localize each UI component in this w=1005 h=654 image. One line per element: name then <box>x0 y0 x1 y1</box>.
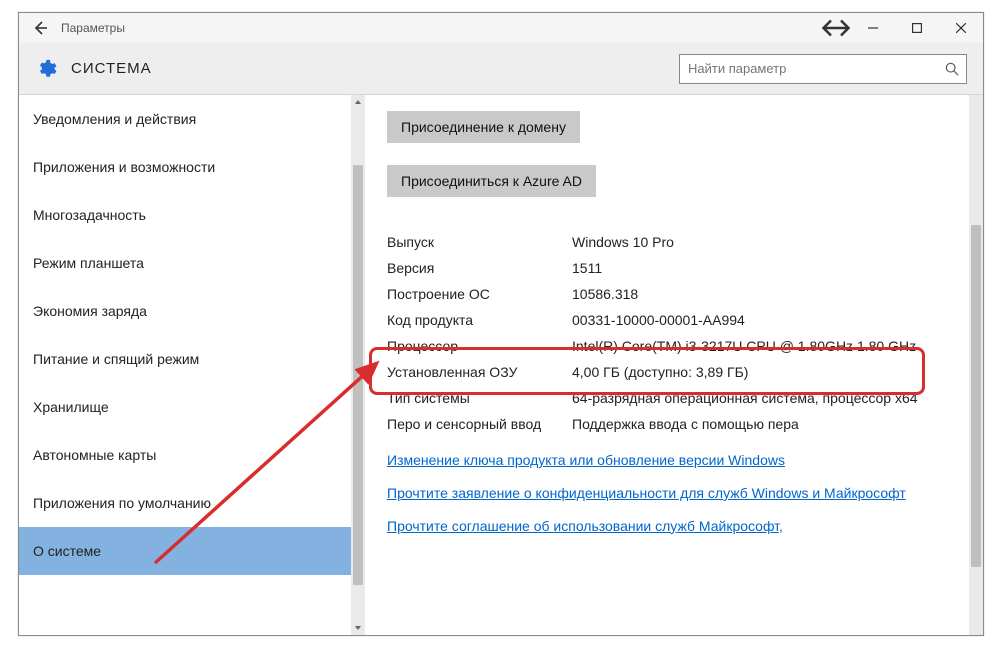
header-bar: СИСТЕМА <box>19 43 983 95</box>
sidebar-item-label: Хранилище <box>33 399 109 415</box>
sidebar-item-8[interactable]: Приложения по умолчанию <box>19 479 365 527</box>
sidebar-item-6[interactable]: Хранилище <box>19 383 365 431</box>
spec-label: Процессор <box>387 338 572 354</box>
window-controls <box>821 13 983 43</box>
sidebar-item-2[interactable]: Многозадачность <box>19 191 365 239</box>
sidebar-item-5[interactable]: Питание и спящий режим <box>19 335 365 383</box>
title-bar: Параметры <box>19 13 983 43</box>
spec-value: 64-разрядная операционная система, проце… <box>572 390 961 406</box>
spec-row: Тип системы64-разрядная операционная сис… <box>387 385 961 411</box>
settings-window: Параметры СИСТЕМА <box>18 12 984 636</box>
info-link-1[interactable]: Прочтите заявление о конфиденциальности … <box>387 484 961 503</box>
sidebar-item-label: Экономия заряда <box>33 303 147 319</box>
minimize-button[interactable] <box>851 13 895 43</box>
spec-row: ПроцессорIntel(R) Core(TM) i3-3217U CPU … <box>387 333 961 359</box>
sidebar-item-0[interactable]: Уведомления и действия <box>19 95 365 143</box>
links-section: Изменение ключа продукта или обновление … <box>387 451 961 536</box>
search-icon[interactable] <box>938 62 966 76</box>
window-title: Параметры <box>61 21 125 35</box>
info-link-0[interactable]: Изменение ключа продукта или обновление … <box>387 451 961 470</box>
spec-row: Версия1511 <box>387 255 961 281</box>
sidebar-item-label: Уведомления и действия <box>33 111 196 127</box>
spec-value: 10586.318 <box>572 286 961 302</box>
spec-label: Построение ОС <box>387 286 572 302</box>
scroll-down-icon[interactable] <box>354 624 362 632</box>
sidebar-item-3[interactable]: Режим планшета <box>19 239 365 287</box>
spec-value: 1511 <box>572 260 961 276</box>
content-pane: Присоединение к домену Присоединиться к … <box>365 95 983 635</box>
spec-row: Построение ОС10586.318 <box>387 281 961 307</box>
spec-value: 4,00 ГБ (доступно: 3,89 ГБ) <box>572 364 961 380</box>
sidebar-item-label: Приложения и возможности <box>33 159 215 175</box>
back-button[interactable] <box>19 13 61 43</box>
spec-label: Код продукта <box>387 312 572 328</box>
sidebar-item-label: Режим планшета <box>33 255 144 271</box>
sidebar-item-9[interactable]: О системе <box>19 527 365 575</box>
join-azure-ad-button[interactable]: Присоединиться к Azure AD <box>387 165 596 197</box>
spec-value: Поддержка ввода с помощью пера <box>572 416 961 432</box>
sidebar-scroll-thumb[interactable] <box>353 165 363 585</box>
content-scroll-thumb[interactable] <box>971 225 981 567</box>
spec-label: Версия <box>387 260 572 276</box>
spec-row: ВыпускWindows 10 Pro <box>387 229 961 255</box>
search-input[interactable] <box>680 61 938 76</box>
sidebar-item-1[interactable]: Приложения и возможности <box>19 143 365 191</box>
info-link-2[interactable]: Прочтите соглашение об использовании слу… <box>387 517 961 536</box>
resize-grip-icon[interactable] <box>821 13 851 43</box>
sidebar-item-label: О системе <box>33 543 101 559</box>
sidebar-scrollbar[interactable] <box>351 95 365 635</box>
join-domain-button[interactable]: Присоединение к домену <box>387 111 580 143</box>
sidebar-item-label: Приложения по умолчанию <box>33 495 211 511</box>
sidebar: Уведомления и действия Приложения и возмо… <box>19 95 365 635</box>
sidebar-item-4[interactable]: Экономия заряда <box>19 287 365 335</box>
sidebar-item-label: Многозадачность <box>33 207 146 223</box>
sidebar-item-label: Автономные карты <box>33 447 156 463</box>
spec-value: 00331-10000-00001-AA994 <box>572 312 961 328</box>
page-heading: СИСТЕМА <box>71 60 152 77</box>
spec-label: Выпуск <box>387 234 572 250</box>
content-inner: Присоединение к домену Присоединиться к … <box>365 95 983 536</box>
spec-value: Windows 10 Pro <box>572 234 961 250</box>
spec-table: ВыпускWindows 10 ProВерсия1511Построение… <box>387 229 961 437</box>
maximize-button[interactable] <box>895 13 939 43</box>
sidebar-item-label: Питание и спящий режим <box>33 351 199 367</box>
spec-row: Код продукта00331-10000-00001-AA994 <box>387 307 961 333</box>
spec-label: Перо и сенсорный ввод <box>387 416 572 432</box>
scroll-up-icon[interactable] <box>354 98 362 106</box>
sidebar-item-7[interactable]: Автономные карты <box>19 431 365 479</box>
search-box[interactable] <box>679 54 967 84</box>
back-arrow-icon <box>32 20 48 36</box>
spec-row: Перо и сенсорный вводПоддержка ввода с п… <box>387 411 961 437</box>
spec-value: Intel(R) Core(TM) i3-3217U CPU @ 1.80GHz… <box>572 338 961 354</box>
close-button[interactable] <box>939 13 983 43</box>
spec-label: Установленная ОЗУ <box>387 364 572 380</box>
sidebar-scroll: Уведомления и действия Приложения и возмо… <box>19 95 365 635</box>
body: Уведомления и действия Приложения и возмо… <box>19 95 983 635</box>
spec-label: Тип системы <box>387 390 572 406</box>
content-scrollbar[interactable] <box>969 95 983 635</box>
gear-icon <box>35 58 57 80</box>
sidebar-list: Уведомления и действия Приложения и возмо… <box>19 95 365 575</box>
spec-row: Установленная ОЗУ4,00 ГБ (доступно: 3,89… <box>387 359 961 385</box>
